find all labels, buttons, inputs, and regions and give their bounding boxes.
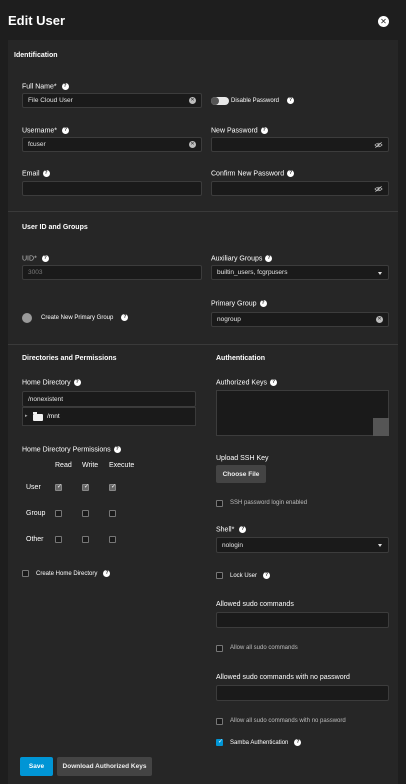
- samba-auth-checkbox[interactable]: ✓: [216, 739, 223, 746]
- clear-icon[interactable]: ✕: [189, 97, 196, 104]
- home-dir-label: Home Directory?: [22, 379, 81, 387]
- confirm-password-input[interactable]: [211, 181, 389, 196]
- chevron-down-icon: [378, 271, 382, 275]
- perm-user-write-checkbox[interactable]: ✓: [82, 484, 89, 491]
- lock-user-label: Lock User?: [230, 572, 271, 580]
- help-icon[interactable]: ?: [294, 739, 302, 746]
- help-icon[interactable]: ?: [239, 526, 247, 533]
- help-icon[interactable]: ?: [42, 170, 50, 177]
- resize-handle[interactable]: [373, 418, 389, 436]
- perm-col-execute: Execute: [109, 462, 135, 469]
- authorized-keys-label: Authorized Keys?: [216, 379, 277, 387]
- uid-input: 3003: [22, 265, 202, 280]
- perm-user-execute-checkbox[interactable]: ✓: [109, 484, 116, 491]
- help-icon[interactable]: ?: [103, 570, 111, 577]
- help-icon[interactable]: ?: [259, 300, 267, 307]
- primary-group-input[interactable]: nogroup ✕: [211, 312, 389, 327]
- full-name-label: Full Name* ?: [22, 83, 69, 91]
- sudo-nopasswd-input[interactable]: [216, 685, 389, 701]
- perm-group-read-checkbox[interactable]: [55, 510, 62, 517]
- disable-password-label: Disable Password?: [231, 97, 295, 105]
- home-dir-input[interactable]: /nonexistent: [22, 391, 196, 407]
- primary-group-label: Primary Group?: [211, 300, 267, 308]
- email-input[interactable]: [22, 181, 202, 196]
- toggle-knob: [211, 97, 219, 105]
- help-icon[interactable]: ?: [287, 97, 295, 104]
- tree-expand-icon[interactable]: ▸: [25, 413, 28, 419]
- help-icon[interactable]: ?: [73, 379, 81, 386]
- choose-file-button[interactable]: Choose File: [216, 465, 266, 483]
- sudo-commands-label: Allowed sudo commands: [216, 601, 294, 608]
- eye-off-icon[interactable]: [374, 141, 383, 149]
- aux-groups-select[interactable]: builtin_users, fcgrpusers: [211, 265, 389, 280]
- chevron-down-icon: [378, 544, 382, 547]
- section-title-directories: Directories and Permissions: [22, 355, 117, 362]
- perm-row-other: Other: [26, 536, 44, 543]
- permissions-label: Home Directory Permissions?: [22, 446, 121, 454]
- disable-password-toggle[interactable]: [211, 97, 229, 105]
- confirm-password-label: Confirm New Password?: [211, 170, 295, 178]
- clear-icon[interactable]: ✕: [376, 316, 383, 323]
- perm-other-write-checkbox[interactable]: [82, 536, 89, 543]
- eye-off-icon[interactable]: [374, 185, 383, 193]
- folder-icon: [33, 412, 43, 421]
- perm-group-execute-checkbox[interactable]: [109, 510, 116, 517]
- help-icon[interactable]: ?: [113, 446, 121, 453]
- close-icon[interactable]: ✕: [378, 16, 389, 27]
- create-home-dir-checkbox[interactable]: [22, 570, 29, 577]
- shell-label: Shell* ?: [216, 526, 247, 534]
- help-icon[interactable]: ?: [61, 83, 69, 90]
- create-primary-group-label: Create New Primary Group?: [41, 314, 129, 322]
- allow-all-sudo-nopasswd-checkbox[interactable]: [216, 718, 223, 725]
- username-input[interactable]: fcuser ✕: [22, 137, 202, 152]
- allow-all-sudo-label: Allow all sudo commands: [230, 645, 298, 651]
- upload-ssh-label: Upload SSH Key: [216, 455, 269, 462]
- authorized-keys-textarea[interactable]: [216, 390, 389, 436]
- section-title-uid-groups: User ID and Groups: [22, 224, 88, 231]
- sudo-nopasswd-label: Allowed sudo commands with no password: [216, 674, 350, 681]
- help-icon[interactable]: ?: [121, 314, 129, 321]
- ssh-password-login-label: SSH password login enabled: [230, 500, 308, 506]
- save-button[interactable]: Save: [20, 757, 53, 776]
- sudo-commands-input[interactable]: [216, 612, 389, 628]
- perm-row-user: User: [26, 484, 41, 491]
- email-label: Email?: [22, 170, 50, 178]
- perm-user-read-checkbox[interactable]: ✓: [55, 484, 62, 491]
- perm-row-group: Group: [26, 510, 46, 517]
- create-home-dir-label: Create Home Directory?: [36, 570, 111, 578]
- tree-item-label[interactable]: /mnt: [47, 413, 60, 420]
- help-icon[interactable]: ?: [260, 127, 268, 134]
- new-password-input[interactable]: [211, 137, 389, 152]
- help-icon[interactable]: ?: [41, 255, 49, 262]
- allow-all-sudo-checkbox[interactable]: [216, 645, 223, 652]
- perm-col-read: Read: [55, 462, 72, 469]
- download-authorized-keys-button[interactable]: Download Authorized Keys: [57, 757, 152, 776]
- aux-groups-label: Auxiliary Groups?: [211, 255, 273, 263]
- samba-auth-label: Samba Authentication?: [230, 739, 302, 747]
- help-icon[interactable]: ?: [287, 170, 295, 177]
- allow-all-sudo-nopasswd-label: Allow all sudo commands with no password: [230, 718, 346, 724]
- new-password-label: New Password?: [211, 127, 268, 135]
- create-primary-group-toggle[interactable]: [22, 313, 32, 323]
- section-divider: [8, 211, 398, 212]
- clear-icon[interactable]: ✕: [189, 141, 196, 148]
- section-title-authentication: Authentication: [216, 355, 265, 362]
- help-icon[interactable]: ?: [265, 255, 273, 262]
- help-icon[interactable]: ?: [61, 127, 69, 134]
- section-title-identification: Identification: [14, 52, 58, 59]
- perm-col-write: Write: [82, 462, 99, 469]
- shell-select[interactable]: nologin: [216, 537, 389, 553]
- username-label: Username* ?: [22, 127, 69, 135]
- ssh-password-login-checkbox[interactable]: [216, 500, 223, 507]
- full-name-input[interactable]: File Cloud User ✕: [22, 93, 202, 108]
- perm-other-read-checkbox[interactable]: [55, 536, 62, 543]
- dialog-title: Edit User: [8, 13, 66, 28]
- section-divider: [8, 344, 398, 345]
- lock-user-checkbox[interactable]: [216, 572, 223, 579]
- perm-group-write-checkbox[interactable]: [82, 510, 89, 517]
- help-icon[interactable]: ?: [263, 572, 271, 579]
- help-icon[interactable]: ?: [269, 379, 277, 386]
- uid-label: UID* ?: [22, 255, 49, 263]
- perm-other-execute-checkbox[interactable]: [109, 536, 116, 543]
